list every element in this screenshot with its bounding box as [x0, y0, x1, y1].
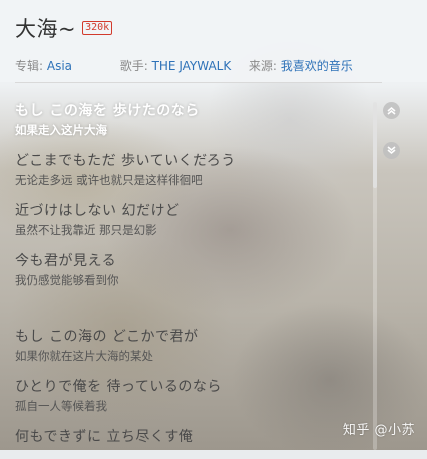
lyric-original: もし この海の どこかで君が [15, 329, 199, 345]
singer-link[interactable]: THE JAYWALK [152, 59, 232, 73]
lyric-line: どこまでもただ 歩いていくだろう 无论走多远 或许也就只是这样徘徊吧 [15, 151, 365, 189]
singer-label: 歌手: [119, 59, 148, 73]
lyric-original: ひとりで俺を 待っているのなら [15, 379, 222, 395]
source-link[interactable]: 我喜欢的音乐 [281, 59, 353, 73]
chevron-down-icon [387, 146, 396, 155]
album-link[interactable]: Asia [47, 59, 72, 73]
chevron-down-circle-icon[interactable] [383, 142, 400, 159]
lyrics-panel[interactable]: もし この海を 歩けたのなら 如果走入这片大海 どこまでもただ 歩いていくだろう… [15, 101, 365, 459]
lyric-translation: 我仍感觉能够看到你 [15, 273, 119, 287]
quality-badge: 320k [82, 21, 113, 35]
chevron-up-icon [387, 106, 396, 115]
song-title: 大海~ [15, 17, 77, 41]
scrollbar-thumb[interactable] [373, 102, 377, 188]
lyric-original: 今も君が見える [15, 253, 117, 269]
lyric-line: 今も君が見える 我仍感觉能够看到你 [15, 251, 365, 289]
song-meta: 专辑: Asia 歌手: THE JAYWALK 来源: 我喜欢的音乐 [15, 57, 353, 74]
header-divider [15, 82, 382, 83]
lyric-line: 近づけはしない 幻だけど 虽然不让我靠近 那只是幻影 [15, 201, 365, 239]
lyric-translation: 如果你就在这片大海的某处 [15, 349, 153, 363]
lyric-line: ひとりで俺を 待っているのなら 孤自一人等候着我 [15, 377, 365, 415]
source-label: 来源: [248, 59, 277, 73]
lyric-original: どこまでもただ 歩いていくだろう [15, 153, 236, 169]
album-label: 专辑: [15, 59, 44, 73]
lyric-original: もし この海を 歩けたのなら [15, 103, 200, 119]
song-header: 大海~ 320k 专辑: Asia 歌手: THE JAYWALK 来源: 我喜… [0, 0, 427, 82]
lyric-translation: 无论走多远 或许也就只是这样徘徊吧 [15, 173, 203, 187]
lyrics-scrollbar[interactable] [373, 102, 377, 450]
lyric-original: 何もできずに 立ち尽くす俺 [15, 429, 194, 445]
lyric-translation: 孤自一人等候着我 [15, 399, 107, 413]
lyric-line: 何もできずに 立ち尽くす俺 [15, 427, 365, 447]
lyric-translation: 如果走入这片大海 [15, 123, 107, 137]
lyric-line: もし この海の どこかで君が 如果你就在这片大海的某处 [15, 327, 365, 365]
chevron-up-circle-icon[interactable] [383, 102, 400, 119]
lyric-original: 近づけはしない 幻だけど [15, 203, 180, 219]
lyric-translation: 虽然不让我靠近 那只是幻影 [15, 223, 157, 237]
watermark: 知乎 @小苏 [342, 423, 415, 438]
lyric-line-current: もし この海を 歩けたのなら 如果走入这片大海 [15, 101, 365, 139]
title-row: 大海~ 320k [15, 13, 113, 43]
